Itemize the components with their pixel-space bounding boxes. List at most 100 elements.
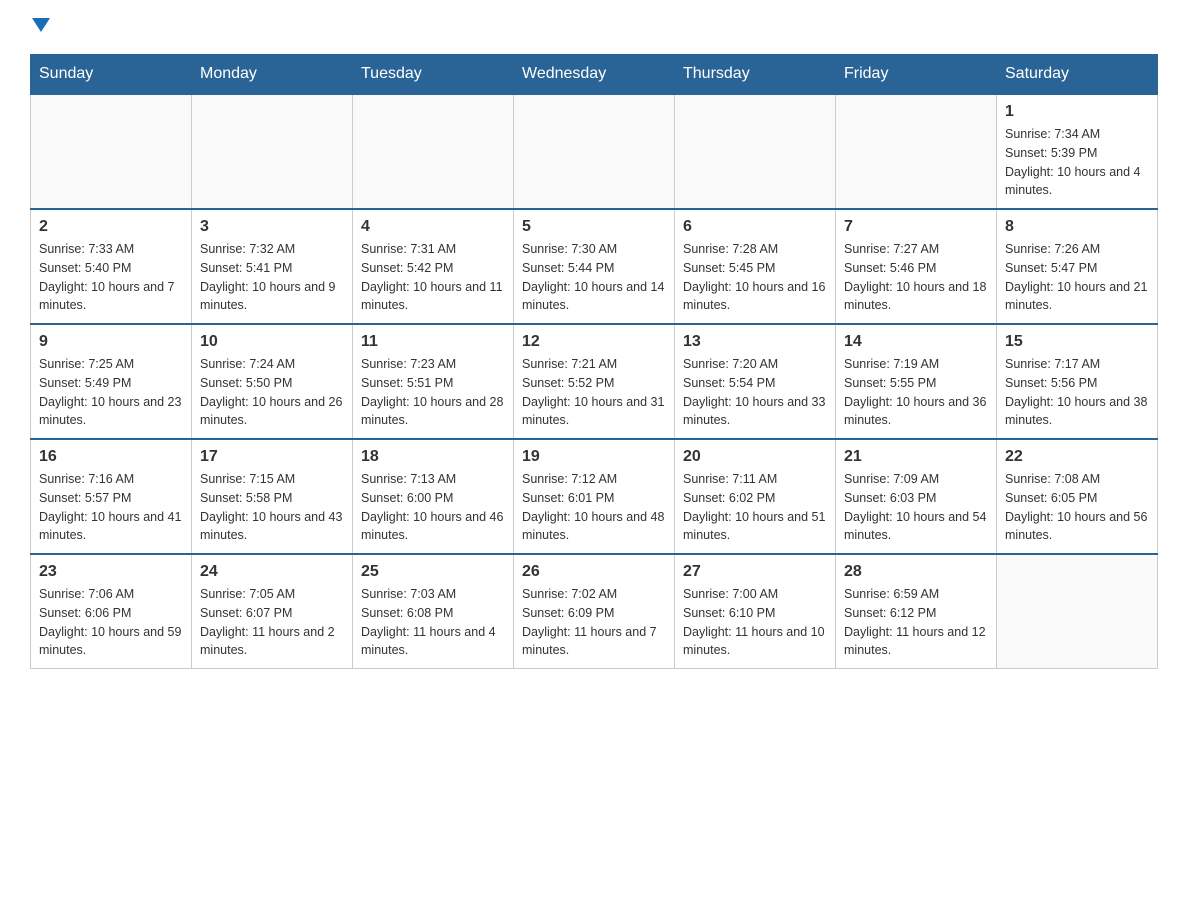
calendar-cell: 5 Sunrise: 7:30 AM Sunset: 5:44 PM Daylig… — [514, 209, 675, 324]
day-info: Sunrise: 7:13 AM Sunset: 6:00 PM Dayligh… — [361, 470, 505, 545]
day-number: 2 — [39, 218, 183, 236]
day-info: Sunrise: 7:17 AM Sunset: 5:56 PM Dayligh… — [1005, 355, 1149, 430]
day-info: Sunrise: 7:34 AM Sunset: 5:39 PM Dayligh… — [1005, 125, 1149, 200]
day-info: Sunrise: 7:08 AM Sunset: 6:05 PM Dayligh… — [1005, 470, 1149, 545]
weekday-header-wednesday: Wednesday — [514, 55, 675, 95]
day-number: 20 — [683, 448, 827, 466]
day-info: Sunrise: 7:05 AM Sunset: 6:07 PM Dayligh… — [200, 585, 344, 660]
calendar-cell — [192, 94, 353, 209]
calendar-cell: 7 Sunrise: 7:27 AM Sunset: 5:46 PM Daylig… — [836, 209, 997, 324]
day-number: 3 — [200, 218, 344, 236]
day-info: Sunrise: 7:31 AM Sunset: 5:42 PM Dayligh… — [361, 240, 505, 315]
day-info: Sunrise: 7:33 AM Sunset: 5:40 PM Dayligh… — [39, 240, 183, 315]
calendar-cell — [514, 94, 675, 209]
calendar-cell: 23Sunrise: 7:06 AM Sunset: 6:06 PM Dayli… — [31, 554, 192, 669]
day-number: 22 — [1005, 448, 1149, 466]
day-number: 15 — [1005, 333, 1149, 351]
logo — [30, 20, 50, 34]
week-row-3: 9 Sunrise: 7:25 AM Sunset: 5:49 PM Daylig… — [31, 324, 1158, 439]
day-number: 9 — [39, 333, 183, 351]
day-number: 17 — [200, 448, 344, 466]
calendar-cell: 3Sunrise: 7:32 AM Sunset: 5:41 PM Daylig… — [192, 209, 353, 324]
day-info: Sunrise: 7:21 AM Sunset: 5:52 PM Dayligh… — [522, 355, 666, 430]
calendar-cell — [31, 94, 192, 209]
week-row-4: 16 Sunrise: 7:16 AM Sunset: 5:57 PM Dayli… — [31, 439, 1158, 554]
calendar-cell: 15 Sunrise: 7:17 AM Sunset: 5:56 PM Dayli… — [997, 324, 1158, 439]
calendar-cell: 9 Sunrise: 7:25 AM Sunset: 5:49 PM Daylig… — [31, 324, 192, 439]
week-row-5: 23Sunrise: 7:06 AM Sunset: 6:06 PM Dayli… — [31, 554, 1158, 669]
calendar-cell: 6 Sunrise: 7:28 AM Sunset: 5:45 PM Daylig… — [675, 209, 836, 324]
day-number: 12 — [522, 333, 666, 351]
calendar-cell: 26 Sunrise: 7:02 AM Sunset: 6:09 PM Dayli… — [514, 554, 675, 669]
day-info: Sunrise: 7:27 AM Sunset: 5:46 PM Dayligh… — [844, 240, 988, 315]
day-info: Sunrise: 7:28 AM Sunset: 5:45 PM Dayligh… — [683, 240, 827, 315]
day-info: Sunrise: 7:19 AM Sunset: 5:55 PM Dayligh… — [844, 355, 988, 430]
day-info: Sunrise: 7:23 AM Sunset: 5:51 PM Dayligh… — [361, 355, 505, 430]
day-info: Sunrise: 7:03 AM Sunset: 6:08 PM Dayligh… — [361, 585, 505, 660]
calendar-cell: 14 Sunrise: 7:19 AM Sunset: 5:55 PM Dayli… — [836, 324, 997, 439]
day-number: 26 — [522, 563, 666, 581]
day-number: 28 — [844, 563, 988, 581]
weekday-header-monday: Monday — [192, 55, 353, 95]
day-info: Sunrise: 7:24 AM Sunset: 5:50 PM Dayligh… — [200, 355, 344, 430]
day-number: 23 — [39, 563, 183, 581]
week-row-1: 1 Sunrise: 7:34 AM Sunset: 5:39 PM Daylig… — [31, 94, 1158, 209]
calendar-cell: 28 Sunrise: 6:59 AM Sunset: 6:12 PM Dayli… — [836, 554, 997, 669]
page-header — [30, 20, 1158, 34]
calendar-cell — [997, 554, 1158, 669]
calendar-cell: 12 Sunrise: 7:21 AM Sunset: 5:52 PM Dayli… — [514, 324, 675, 439]
day-info: Sunrise: 7:00 AM Sunset: 6:10 PM Dayligh… — [683, 585, 827, 660]
day-info: Sunrise: 7:12 AM Sunset: 6:01 PM Dayligh… — [522, 470, 666, 545]
day-number: 7 — [844, 218, 988, 236]
calendar-cell: 17Sunrise: 7:15 AM Sunset: 5:58 PM Dayli… — [192, 439, 353, 554]
calendar-cell: 18 Sunrise: 7:13 AM Sunset: 6:00 PM Dayli… — [353, 439, 514, 554]
calendar-header-row: SundayMondayTuesdayWednesdayThursdayFrid… — [31, 55, 1158, 95]
calendar-cell: 10 Sunrise: 7:24 AM Sunset: 5:50 PM Dayli… — [192, 324, 353, 439]
day-number: 5 — [522, 218, 666, 236]
day-number: 10 — [200, 333, 344, 351]
calendar-cell: 16 Sunrise: 7:16 AM Sunset: 5:57 PM Dayli… — [31, 439, 192, 554]
day-number: 8 — [1005, 218, 1149, 236]
day-number: 6 — [683, 218, 827, 236]
day-number: 1 — [1005, 103, 1149, 121]
calendar-cell: 27 Sunrise: 7:00 AM Sunset: 6:10 PM Dayli… — [675, 554, 836, 669]
weekday-header-thursday: Thursday — [675, 55, 836, 95]
day-info: Sunrise: 7:02 AM Sunset: 6:09 PM Dayligh… — [522, 585, 666, 660]
calendar-cell: 2 Sunrise: 7:33 AM Sunset: 5:40 PM Daylig… — [31, 209, 192, 324]
calendar-cell: 4 Sunrise: 7:31 AM Sunset: 5:42 PM Daylig… — [353, 209, 514, 324]
calendar-cell: 20 Sunrise: 7:11 AM Sunset: 6:02 PM Dayli… — [675, 439, 836, 554]
day-info: Sunrise: 7:11 AM Sunset: 6:02 PM Dayligh… — [683, 470, 827, 545]
day-number: 21 — [844, 448, 988, 466]
day-number: 24 — [200, 563, 344, 581]
calendar-cell: 24 Sunrise: 7:05 AM Sunset: 6:07 PM Dayli… — [192, 554, 353, 669]
day-number: 16 — [39, 448, 183, 466]
day-number: 13 — [683, 333, 827, 351]
calendar-table: SundayMondayTuesdayWednesdayThursdayFrid… — [30, 54, 1158, 669]
day-info: Sunrise: 6:59 AM Sunset: 6:12 PM Dayligh… — [844, 585, 988, 660]
week-row-2: 2 Sunrise: 7:33 AM Sunset: 5:40 PM Daylig… — [31, 209, 1158, 324]
calendar-cell — [836, 94, 997, 209]
calendar-cell — [675, 94, 836, 209]
day-number: 18 — [361, 448, 505, 466]
day-number: 4 — [361, 218, 505, 236]
calendar-cell — [353, 94, 514, 209]
day-number: 11 — [361, 333, 505, 351]
weekday-header-friday: Friday — [836, 55, 997, 95]
day-info: Sunrise: 7:16 AM Sunset: 5:57 PM Dayligh… — [39, 470, 183, 545]
calendar-cell: 11 Sunrise: 7:23 AM Sunset: 5:51 PM Dayli… — [353, 324, 514, 439]
day-info: Sunrise: 7:25 AM Sunset: 5:49 PM Dayligh… — [39, 355, 183, 430]
day-info: Sunrise: 7:30 AM Sunset: 5:44 PM Dayligh… — [522, 240, 666, 315]
calendar-cell: 21Sunrise: 7:09 AM Sunset: 6:03 PM Dayli… — [836, 439, 997, 554]
calendar-cell: 1 Sunrise: 7:34 AM Sunset: 5:39 PM Daylig… — [997, 94, 1158, 209]
calendar-cell: 19 Sunrise: 7:12 AM Sunset: 6:01 PM Dayli… — [514, 439, 675, 554]
day-info: Sunrise: 7:26 AM Sunset: 5:47 PM Dayligh… — [1005, 240, 1149, 315]
day-number: 27 — [683, 563, 827, 581]
weekday-header-sunday: Sunday — [31, 55, 192, 95]
calendar-cell: 22 Sunrise: 7:08 AM Sunset: 6:05 PM Dayli… — [997, 439, 1158, 554]
calendar-cell: 25 Sunrise: 7:03 AM Sunset: 6:08 PM Dayli… — [353, 554, 514, 669]
day-number: 14 — [844, 333, 988, 351]
day-number: 19 — [522, 448, 666, 466]
day-number: 25 — [361, 563, 505, 581]
logo-triangle-icon — [32, 18, 50, 32]
calendar-cell: 13Sunrise: 7:20 AM Sunset: 5:54 PM Dayli… — [675, 324, 836, 439]
